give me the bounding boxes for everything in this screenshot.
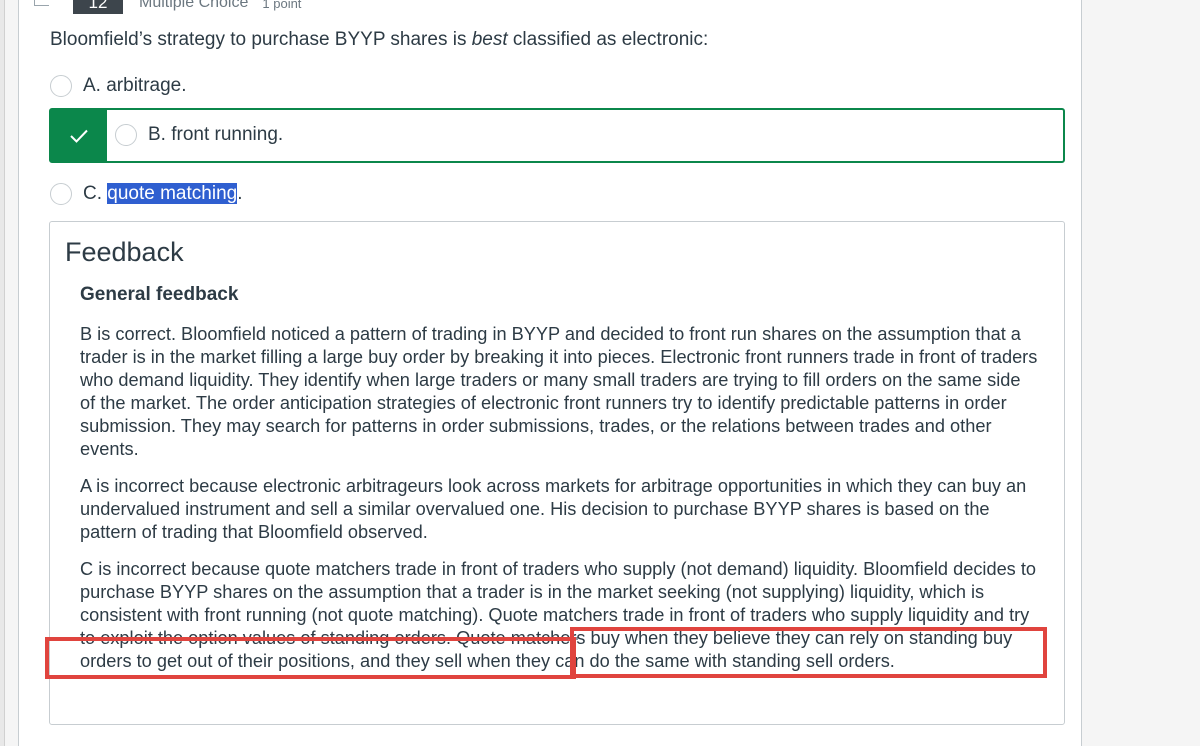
correct-indicator xyxy=(51,110,107,161)
option-a[interactable]: A. arbitrage. xyxy=(50,75,187,97)
option-a-radio[interactable] xyxy=(50,75,72,97)
feedback-title: Feedback xyxy=(65,237,184,267)
feedback-panel: Feedback General feedback B is correct. … xyxy=(49,221,1065,725)
feedback-paragraph-a: A is incorrect because electronic arbitr… xyxy=(80,476,1027,542)
question-text-emphasis: best xyxy=(471,29,508,50)
question-type: Multiple Choice xyxy=(139,0,249,11)
feedback-paragraph-c: C is incorrect because quote matchers tr… xyxy=(80,559,1036,671)
option-b-radio[interactable] xyxy=(115,124,137,146)
checkmark-icon xyxy=(70,129,88,143)
option-c[interactable]: C. quote matching. xyxy=(50,183,242,205)
page-left-edge xyxy=(0,0,5,746)
question-text-after: classified as electronic: xyxy=(507,29,709,50)
header-bracket xyxy=(34,0,49,6)
feedback-subtitle: General feedback xyxy=(80,284,239,305)
option-a-label: A. arbitrage. xyxy=(83,75,187,96)
option-c-selected-text: quote matching xyxy=(107,183,238,204)
question-header: 12 Multiple Choice 1 point xyxy=(34,0,301,14)
option-c-suffix: . xyxy=(237,183,243,204)
option-b-label: B. front running. xyxy=(148,124,284,145)
question-text-before: Bloomfield’s strategy to purchase BYYP s… xyxy=(50,29,472,50)
question-points: 1 point xyxy=(262,0,302,11)
question-text: Bloomfield’s strategy to purchase BYYP s… xyxy=(50,29,708,51)
feedback-paragraph-b: B is correct. Bloomfield noticed a patte… xyxy=(80,324,1038,459)
option-b-correct-answer[interactable]: B. front running. xyxy=(49,108,1065,163)
option-c-prefix: C. xyxy=(83,183,108,204)
question-number: 12 xyxy=(73,0,123,14)
option-c-radio[interactable] xyxy=(50,183,72,205)
feedback-body: B is correct. Bloomfield noticed a patte… xyxy=(80,323,1040,687)
option-b[interactable]: B. front running. xyxy=(115,124,283,146)
option-c-label: C. quote matching. xyxy=(83,183,242,205)
strikethrough-mark xyxy=(80,637,578,640)
